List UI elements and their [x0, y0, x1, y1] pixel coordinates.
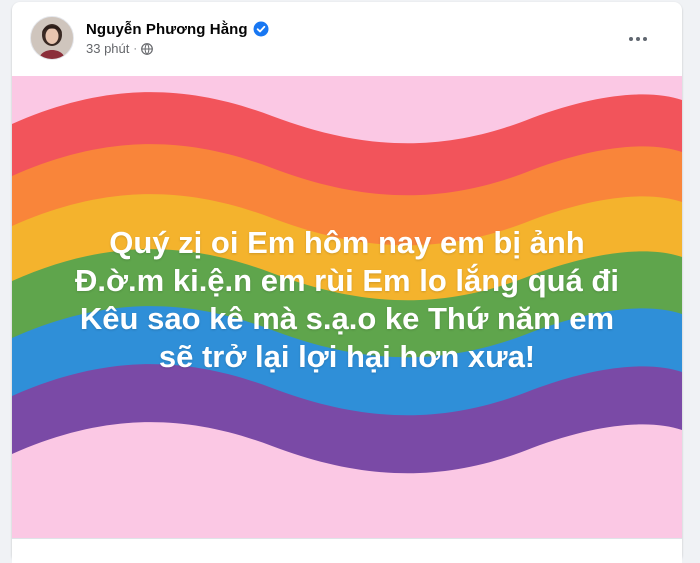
image-text-line: Kêu sao kê mà s.ạ.o ke Thứ năm em — [79, 301, 615, 336]
meta-separator: · — [133, 42, 138, 55]
post-image[interactable]: Quý zị oi Em hôm nay em bị ảnh Đ.ờ.m ki.… — [12, 76, 682, 538]
feed-background: Nguyễn Phương Hằng 33 phút · Quý zị oi E… — [0, 0, 700, 563]
image-text-line: Đ.ờ.m ki.ệ.n em rùi Em lo lắng quá đi — [75, 263, 619, 298]
more-options-button[interactable] — [620, 24, 656, 54]
more-dot — [636, 37, 640, 41]
author-avatar[interactable] — [30, 16, 74, 60]
post-footer-edge — [12, 538, 682, 563]
post-card: Nguyễn Phương Hằng 33 phút · Quý zị oi E… — [12, 2, 682, 563]
post-header: Nguyễn Phương Hằng 33 phút · — [12, 2, 682, 74]
image-text-line: Quý zị oi Em hôm nay em bị ảnh — [109, 225, 585, 260]
avatar-photo — [31, 17, 73, 59]
author-name[interactable]: Nguyễn Phương Hằng — [86, 21, 248, 38]
image-caption: Quý zị oi Em hôm nay em bị ảnh Đ.ờ.m ki.… — [12, 224, 682, 376]
post-meta: 33 phút · — [86, 41, 153, 56]
post-timestamp[interactable]: 33 phút — [86, 41, 129, 56]
author-row: Nguyễn Phương Hằng — [86, 18, 269, 40]
globe-icon[interactable] — [141, 42, 153, 55]
more-dot — [643, 37, 647, 41]
more-dot — [629, 37, 633, 41]
image-text-line: sẽ trở lại lợi hại hơn xưa! — [158, 339, 536, 374]
verified-badge-icon — [253, 21, 269, 37]
